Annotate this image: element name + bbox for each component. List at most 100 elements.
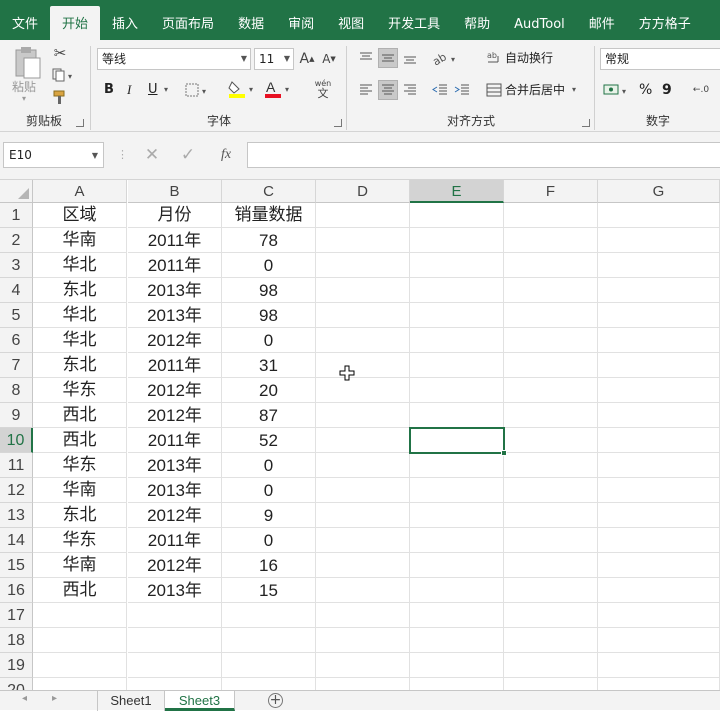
row-header-15[interactable]: 15 bbox=[0, 553, 33, 578]
menu-tab-11[interactable]: 方方格子 bbox=[627, 6, 703, 40]
menu-tab-8[interactable]: 帮助 bbox=[452, 6, 502, 40]
cell-a5[interactable]: 华北 bbox=[33, 303, 127, 328]
underline-dropdown-icon[interactable]: ▾ bbox=[164, 80, 168, 100]
row-header-18[interactable]: 18 bbox=[0, 628, 33, 653]
menu-tab-10[interactable]: 邮件 bbox=[577, 6, 627, 40]
row-header-16[interactable]: 16 bbox=[0, 578, 33, 603]
format-painter-icon[interactable] bbox=[50, 88, 70, 106]
cell-g8[interactable] bbox=[598, 378, 720, 403]
cell-e5[interactable] bbox=[410, 303, 504, 328]
insert-function-icon[interactable]: fx bbox=[212, 145, 240, 165]
cell-e8[interactable] bbox=[410, 378, 504, 403]
cell-b10[interactable]: 2011年 bbox=[128, 428, 222, 453]
cell-f6[interactable] bbox=[504, 328, 598, 353]
cell-b18[interactable] bbox=[128, 628, 222, 653]
cell-g20[interactable] bbox=[598, 678, 720, 690]
row-header-13[interactable]: 13 bbox=[0, 503, 33, 528]
cell-c8[interactable]: 20 bbox=[222, 378, 316, 403]
cell-b3[interactable]: 2011年 bbox=[128, 253, 222, 278]
row-header-5[interactable]: 5 bbox=[0, 303, 33, 328]
cell-d12[interactable] bbox=[316, 478, 410, 503]
cell-g13[interactable] bbox=[598, 503, 720, 528]
align-right-icon[interactable] bbox=[400, 80, 420, 100]
cell-a11[interactable]: 华东 bbox=[33, 453, 127, 478]
cell-a16[interactable]: 西北 bbox=[33, 578, 127, 603]
borders-icon[interactable]: ▾ bbox=[184, 80, 210, 100]
cell-e12[interactable] bbox=[410, 478, 504, 503]
cell-d14[interactable] bbox=[316, 528, 410, 553]
cell-a20[interactable] bbox=[33, 678, 127, 690]
cell-d19[interactable] bbox=[316, 653, 410, 678]
cell-b5[interactable]: 2013年 bbox=[128, 303, 222, 328]
cell-b20[interactable] bbox=[128, 678, 222, 690]
cell-c16[interactable]: 15 bbox=[222, 578, 316, 603]
cell-b17[interactable] bbox=[128, 603, 222, 628]
cell-f10[interactable] bbox=[504, 428, 598, 453]
cell-b16[interactable]: 2013年 bbox=[128, 578, 222, 603]
clipboard-launcher-icon[interactable] bbox=[76, 119, 84, 127]
copy-icon[interactable]: ▾ bbox=[50, 66, 78, 84]
cell-g11[interactable] bbox=[598, 453, 720, 478]
accounting-format-icon[interactable]: ▾ bbox=[602, 80, 632, 100]
cell-g6[interactable] bbox=[598, 328, 720, 353]
paste-dropdown-arrow-icon[interactable]: ▾ bbox=[22, 94, 26, 103]
column-header-d[interactable]: D bbox=[316, 180, 410, 203]
font-name-select[interactable]: 等线 ▼ bbox=[97, 48, 251, 70]
menu-tab-1[interactable]: 开始 bbox=[50, 6, 101, 40]
cell-d17[interactable] bbox=[316, 603, 410, 628]
cell-a2[interactable]: 华南 bbox=[33, 228, 127, 253]
cell-f1[interactable] bbox=[504, 203, 598, 228]
cell-f17[interactable] bbox=[504, 603, 598, 628]
cell-g19[interactable] bbox=[598, 653, 720, 678]
paste-icon[interactable] bbox=[8, 44, 46, 82]
cell-c5[interactable]: 98 bbox=[222, 303, 316, 328]
cell-e16[interactable] bbox=[410, 578, 504, 603]
worksheet-grid[interactable]: A B C D E F G 1 区域 月份 销量数据 2 华南 2011年 78 3 华北 2011年 0 4 东北 20… bbox=[0, 180, 720, 690]
menu-tab-0[interactable]: 文件 bbox=[0, 6, 50, 40]
font-size-select[interactable]: 11 ▼ bbox=[254, 48, 294, 70]
row-header-3[interactable]: 3 bbox=[0, 253, 33, 278]
paste-button[interactable]: 粘贴 bbox=[12, 78, 36, 95]
cell-b1[interactable]: 月份 bbox=[128, 203, 222, 228]
increase-indent-icon[interactable] bbox=[452, 80, 472, 100]
cell-c13[interactable]: 9 bbox=[222, 503, 316, 528]
cell-c3[interactable]: 0 bbox=[222, 253, 316, 278]
cell-c7[interactable]: 31 bbox=[222, 353, 316, 378]
menu-tab-9[interactable]: AudTool bbox=[502, 6, 577, 40]
cell-e7[interactable] bbox=[410, 353, 504, 378]
cell-c1[interactable]: 销量数据 bbox=[222, 203, 316, 228]
row-header-17[interactable]: 17 bbox=[0, 603, 33, 628]
select-all-button[interactable] bbox=[0, 180, 33, 203]
cell-e15[interactable] bbox=[410, 553, 504, 578]
cell-e1[interactable] bbox=[410, 203, 504, 228]
cell-e13[interactable] bbox=[410, 503, 504, 528]
row-header-20[interactable]: 20 bbox=[0, 678, 33, 690]
cell-a18[interactable] bbox=[33, 628, 127, 653]
increase-font-size-icon[interactable]: A ▲ bbox=[298, 50, 316, 68]
sheet-tab-sheet3[interactable]: Sheet3 bbox=[165, 691, 235, 711]
cell-a7[interactable]: 东北 bbox=[33, 353, 127, 378]
cell-c20[interactable] bbox=[222, 678, 316, 690]
font-size-dropdown-icon[interactable]: ▼ bbox=[284, 49, 290, 69]
cell-e6[interactable] bbox=[410, 328, 504, 353]
cell-c15[interactable]: 16 bbox=[222, 553, 316, 578]
decrease-indent-icon[interactable] bbox=[430, 80, 450, 100]
decrease-font-size-icon[interactable]: A ▼ bbox=[320, 50, 338, 68]
cell-a17[interactable] bbox=[33, 603, 127, 628]
alignment-launcher-icon[interactable] bbox=[582, 119, 590, 127]
bottom-align-icon[interactable] bbox=[400, 48, 420, 68]
merge-center-icon[interactable] bbox=[484, 80, 504, 100]
cell-d10[interactable] bbox=[316, 428, 410, 453]
cell-b2[interactable]: 2011年 bbox=[128, 228, 222, 253]
cell-f16[interactable] bbox=[504, 578, 598, 603]
cell-e20[interactable] bbox=[410, 678, 504, 690]
cell-a19[interactable] bbox=[33, 653, 127, 678]
cell-d13[interactable] bbox=[316, 503, 410, 528]
row-header-7[interactable]: 7 bbox=[0, 353, 33, 378]
cell-a9[interactable]: 西北 bbox=[33, 403, 127, 428]
menu-tab-4[interactable]: 数据 bbox=[226, 6, 276, 40]
cell-a10[interactable]: 西北 bbox=[33, 428, 127, 453]
row-header-8[interactable]: 8 bbox=[0, 378, 33, 403]
cell-e11[interactable] bbox=[410, 453, 504, 478]
cell-f2[interactable] bbox=[504, 228, 598, 253]
